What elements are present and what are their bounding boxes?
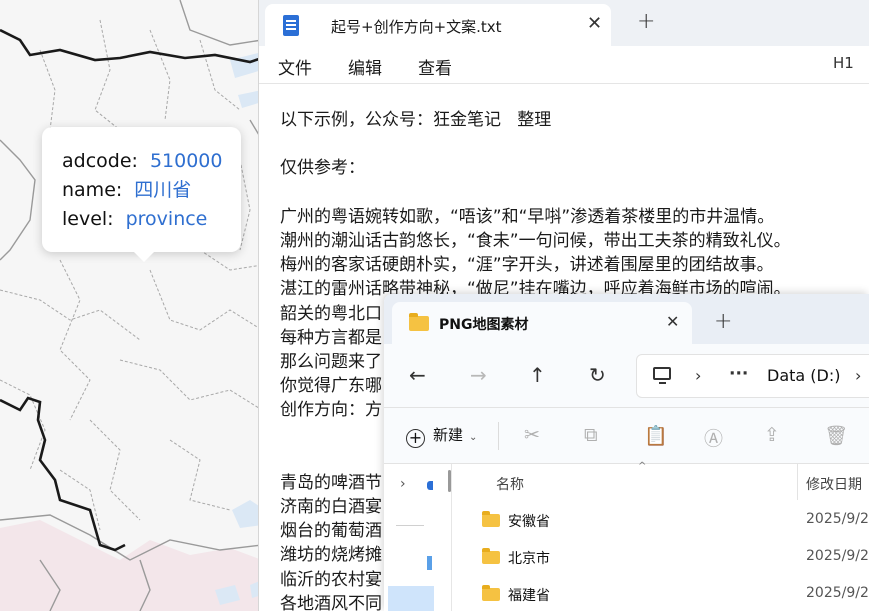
notepad-icon <box>283 15 299 36</box>
text-line <box>280 181 869 205</box>
explorer-command-bar: + 新建 ⌄ ✂ ⧉ 📋 Ⓐ ⇪ 🗑 <box>384 408 869 464</box>
folder-icon <box>409 313 429 331</box>
file-date: 2025/9/2 <box>806 511 869 527</box>
nav-pane-selected-item[interactable] <box>388 586 434 611</box>
plus-circle-icon: + <box>406 429 425 448</box>
address-bar[interactable]: › ··· Data (D:) › <box>636 354 869 398</box>
breadcrumb-drive[interactable]: Data (D:) <box>767 366 840 385</box>
cut-icon[interactable]: ✂ <box>524 424 540 446</box>
explorer-nav-pane: › <box>384 464 452 611</box>
drive-icon[interactable] <box>427 556 432 570</box>
text-line: 潮州的潮汕话古韵悠长，“食未”一句问候，带出工夫茶的精致礼仪。 <box>280 230 791 251</box>
menu-file[interactable]: 文件 <box>278 54 312 79</box>
home-icon[interactable] <box>427 481 433 490</box>
file-name: 安徽省 <box>508 514 550 530</box>
rename-icon[interactable]: Ⓐ <box>704 424 723 451</box>
notepad-menu-bar: 文件 编辑 查看 H1 <box>259 46 869 84</box>
file-name: 北京市 <box>508 551 550 567</box>
text-line: 仅供参考： <box>280 158 365 179</box>
tooltip-row-level: level: province <box>62 205 241 234</box>
new-button-label: 新建 <box>433 426 464 444</box>
tooltip-name-key: name: <box>62 179 123 201</box>
share-icon[interactable]: ⇪ <box>764 424 780 446</box>
text-line <box>280 132 869 156</box>
delete-icon[interactable]: 🗑 <box>824 424 848 447</box>
tooltip-level-key: level: <box>62 208 114 230</box>
file-name: 福建省 <box>508 588 550 604</box>
tooltip-adcode-value: 510000 <box>149 150 223 172</box>
file-row[interactable]: 安徽省 2025/9/2 <box>458 502 869 539</box>
file-explorer-window: PNG地图素材 ✕ + ← → ↑ ↻ › ··· Data (D:) › + 新… <box>384 294 869 611</box>
new-tab-button[interactable]: + <box>714 309 732 334</box>
notepad-tab[interactable]: 起号+创作方向+文案.txt ✕ <box>265 4 611 46</box>
column-header-date[interactable]: 修改日期 <box>806 474 862 494</box>
explorer-nav-bar: ← → ↑ ↻ › ··· Data (D:) › <box>384 344 869 408</box>
close-icon[interactable]: ✕ <box>587 13 602 34</box>
tooltip-row-name: name: 四川省 <box>62 176 241 205</box>
tooltip-name-value: 四川省 <box>134 179 192 201</box>
chevron-right-icon[interactable]: › <box>695 366 701 385</box>
new-button[interactable]: + 新建 ⌄ <box>406 424 477 448</box>
sort-caret-icon[interactable]: ^ <box>638 461 646 472</box>
file-row[interactable]: 北京市 2025/9/2 <box>458 539 869 576</box>
tooltip-level-value: province <box>125 208 208 230</box>
back-arrow-icon[interactable]: ← <box>409 363 426 387</box>
tooltip-row-adcode: adcode: 510000 <box>62 147 241 176</box>
text-line: 以下示例，公众号：狂金笔记 整理 <box>280 110 552 130</box>
region-tooltip: adcode: 510000 name: 四川省 level: province <box>42 127 241 262</box>
province-map[interactable] <box>0 0 262 611</box>
this-pc-icon <box>653 367 671 384</box>
close-icon[interactable]: ✕ <box>666 312 679 331</box>
nav-pane-scrollbar[interactable] <box>448 464 451 611</box>
chevron-right-icon[interactable]: › <box>855 366 861 385</box>
text-line: 广州的粤语婉转如歌，“唔该”和“早唞”渗透着茶楼里的市井温情。 <box>280 206 775 227</box>
toolbar-divider <box>498 422 499 450</box>
folder-icon <box>482 548 500 564</box>
file-date: 2025/9/2 <box>806 548 869 564</box>
nav-pane-divider <box>396 525 424 526</box>
heading-format-button[interactable]: H1 <box>833 54 854 72</box>
explorer-tab-bar: PNG地图素材 ✕ + <box>384 294 869 344</box>
tooltip-adcode-key: adcode: <box>62 150 138 172</box>
menu-view[interactable]: 查看 <box>418 54 452 79</box>
notepad-tab-title: 起号+创作方向+文案.txt <box>331 18 502 36</box>
folder-icon <box>482 511 500 527</box>
file-date: 2025/9/2 <box>806 585 869 601</box>
explorer-tab[interactable]: PNG地图素材 ✕ <box>392 302 692 344</box>
more-path-icon[interactable]: ··· <box>729 364 748 384</box>
forward-arrow-icon[interactable]: → <box>470 363 487 387</box>
folder-icon <box>482 585 500 601</box>
file-list: ^ 名称 修改日期 安徽省 2025/9/2 北京市 2025/9/2 福建省 2025/… <box>458 461 869 611</box>
column-header-name[interactable]: 名称 <box>496 474 524 494</box>
menu-edit[interactable]: 编辑 <box>348 54 382 79</box>
scrollbar-thumb[interactable] <box>448 470 451 492</box>
up-arrow-icon[interactable]: ↑ <box>529 363 546 387</box>
chevron-down-icon: ⌄ <box>469 432 478 443</box>
paste-icon[interactable]: 📋 <box>644 424 668 447</box>
copy-icon[interactable]: ⧉ <box>584 424 598 446</box>
explorer-tab-title: PNG地图素材 <box>439 317 529 333</box>
map-view[interactable]: adcode: 510000 name: 四川省 level: province <box>0 0 262 611</box>
file-row[interactable]: 福建省 2025/9/2 <box>458 576 869 611</box>
notepad-tab-bar: 起号+创作方向+文案.txt ✕ + <box>259 0 869 46</box>
column-divider[interactable] <box>797 464 798 500</box>
text-line: 梅州的客家话硬朗朴实，“涯”字开头，讲述着围屋里的团结故事。 <box>280 255 774 276</box>
refresh-icon[interactable]: ↻ <box>589 363 606 387</box>
new-tab-button[interactable]: + <box>637 9 655 34</box>
chevron-right-icon[interactable]: › <box>400 476 406 492</box>
